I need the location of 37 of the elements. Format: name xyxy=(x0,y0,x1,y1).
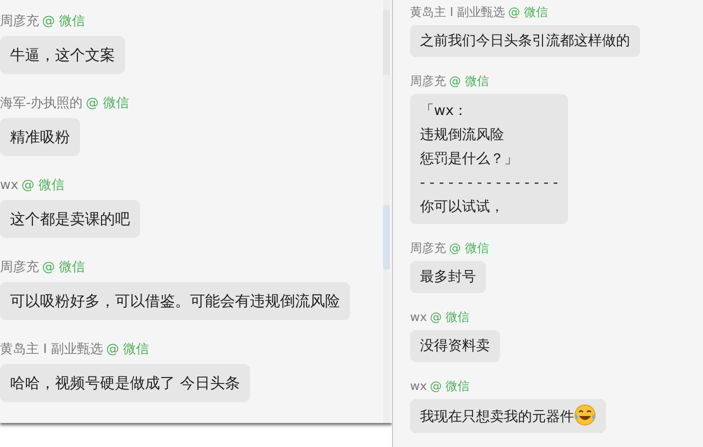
source-tag: @ 微信 xyxy=(21,178,64,194)
message-line: 「wx： xyxy=(420,102,469,121)
scrollbar-thumb[interactable] xyxy=(383,205,390,270)
message-bubble: 精准吸粉 xyxy=(0,118,80,156)
source-tag: @ 微信 xyxy=(106,342,150,358)
message-bubble: 这个都是卖课的吧 xyxy=(0,200,140,238)
sender-name: wx xyxy=(410,309,427,325)
source-tag: @ 微信 xyxy=(430,309,470,325)
source-tag: @ 微信 xyxy=(449,73,489,89)
message-bubble: 牛逼，这个文案 xyxy=(0,36,125,74)
message-line: - - - - - - - - - - - - - - - xyxy=(420,174,558,193)
scrollbar-track[interactable] xyxy=(383,0,390,423)
source-tag: @ 微信 xyxy=(42,14,86,30)
message-bubble: 哈哈，视频号硬是做成了 今日头条 xyxy=(0,364,250,402)
source-tag: @ 微信 xyxy=(449,240,489,256)
sender-name: 周彦充 xyxy=(410,73,446,89)
sender-name: wx xyxy=(410,378,427,394)
message-line: 你可以试试， xyxy=(420,198,505,217)
message-bubble: 最多封号 xyxy=(410,261,486,293)
sender-name: 黄岛主 I 副业甄选 xyxy=(0,342,104,358)
message-bubble: 没得资料卖 xyxy=(410,330,500,362)
message-bubble: 可以吸粉好多，可以借鉴。可能会有违规倒流风险 xyxy=(0,282,350,320)
message-line: 惩罚是什么？」 xyxy=(420,150,519,169)
sender-name: 周彦充 xyxy=(410,240,446,256)
message-line: 违规倒流风险 xyxy=(420,126,505,145)
laughing-emoji-icon xyxy=(574,404,596,426)
message-bubble: 之前我们今日头条引流都这样做的 xyxy=(410,25,640,57)
source-tag: @ 微信 xyxy=(86,96,129,112)
source-tag: @ 微信 xyxy=(42,260,86,276)
message-bubble: 我现在只想卖我的元器件 xyxy=(410,399,606,433)
sender-name: 周彦充 xyxy=(0,14,39,30)
sender-name: 海军-办执照的 xyxy=(0,96,83,112)
source-tag: @ 微信 xyxy=(508,4,548,20)
sender-name: 周彦充 xyxy=(0,260,39,276)
source-tag: @ 微信 xyxy=(430,378,470,394)
sender-name: 黄岛主 I 副业甄选 xyxy=(410,4,506,20)
sender-name: wx xyxy=(0,178,18,194)
